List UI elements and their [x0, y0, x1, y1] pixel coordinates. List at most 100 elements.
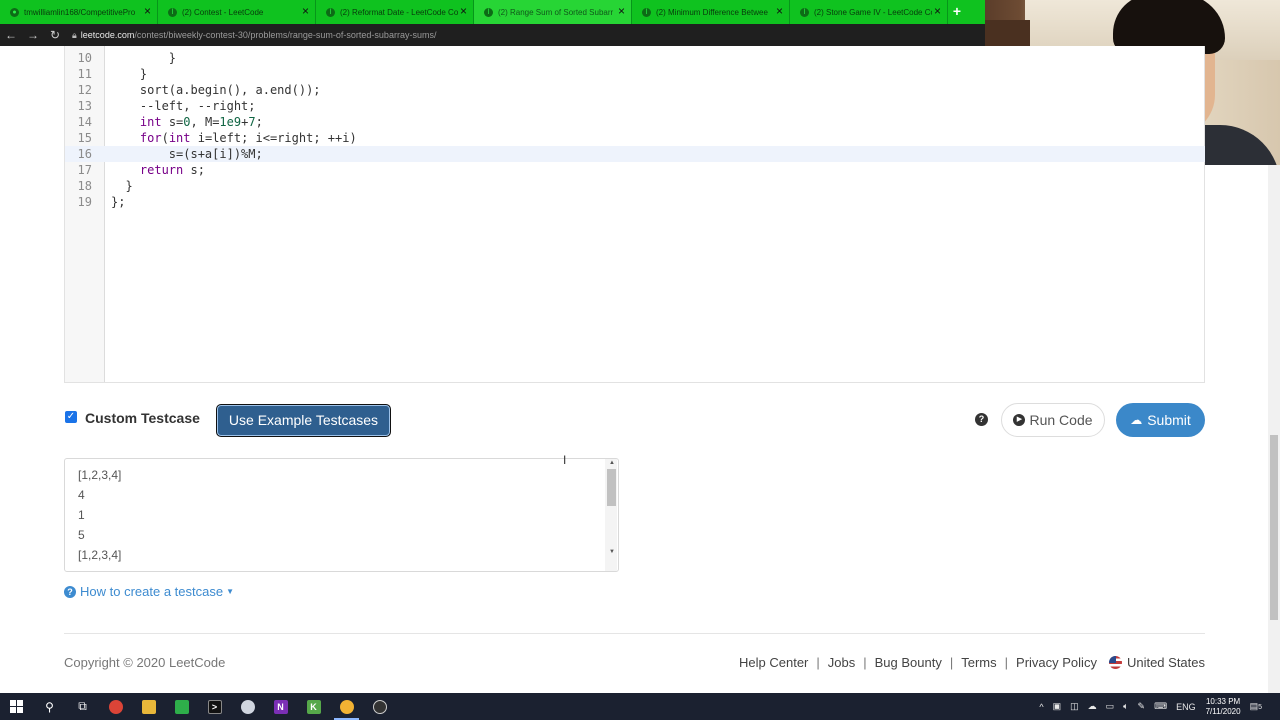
- run-code-button[interactable]: ▶ Run Code: [1001, 403, 1105, 437]
- notepad-icon[interactable]: [165, 693, 198, 720]
- volume-icon[interactable]: 🔈︎: [1123, 701, 1128, 712]
- system-tray: ^ ▣ ◫ ☁ ▭ 🔈︎ ✎ ⌨ ENG 10:33 PM 7/11/2020 …: [1030, 693, 1262, 720]
- code-line[interactable]: 14 int s=0, M=1e9+7;: [65, 114, 1205, 130]
- chrome-active-icon[interactable]: [330, 693, 363, 720]
- code-line[interactable]: 13 --left, --right;: [65, 98, 1205, 114]
- battery-icon[interactable]: ▭: [1106, 701, 1115, 712]
- use-example-testcases-button[interactable]: Use Example Testcases: [216, 404, 391, 437]
- scroll-down-icon[interactable]: ▼: [609, 549, 615, 555]
- leetcode-icon: ⅼ: [642, 7, 651, 17]
- network-icon[interactable]: ◫: [1070, 701, 1079, 712]
- run-code-label: Run Code: [1029, 412, 1093, 428]
- line-number: 10: [77, 51, 92, 65]
- back-icon[interactable]: ←: [0, 28, 22, 42]
- obs-icon[interactable]: [363, 693, 396, 720]
- close-tab-icon[interactable]: ×: [144, 5, 151, 17]
- app-icon[interactable]: K: [297, 693, 330, 720]
- line-number: 14: [77, 115, 92, 129]
- code-line[interactable]: 16 s=(s+a[i])%M;: [65, 146, 1205, 162]
- separator: |: [863, 655, 867, 670]
- tab-title: tmwilliamlin168/CompetitivePro: [24, 7, 136, 17]
- footer-link-privacy[interactable]: Privacy Policy: [1016, 655, 1097, 670]
- close-tab-icon[interactable]: ×: [302, 5, 309, 17]
- close-tab-icon[interactable]: ×: [934, 5, 941, 17]
- close-tab-icon[interactable]: ×: [776, 5, 783, 17]
- page-scrollbar-thumb[interactable]: [1270, 435, 1278, 620]
- testcase-line: [1,2,3,4]: [78, 468, 122, 482]
- footer-link-terms[interactable]: Terms: [961, 655, 996, 670]
- cloud-upload-icon: ☁: [1130, 413, 1143, 427]
- browser-tab[interactable]: ⅼ (2) Minimum Difference Betwee ×: [632, 0, 790, 24]
- leetcode-icon: ⅼ: [800, 7, 809, 17]
- address-bar: ← → ↻ 🔒︎ leetcode.com/contest/biweekly-c…: [0, 24, 985, 46]
- text-cursor-icon: I: [563, 453, 567, 467]
- footer-link-jobs[interactable]: Jobs: [828, 655, 855, 670]
- how-to-label: How to create a testcase: [80, 584, 224, 599]
- browser-tab[interactable]: ⅼ (2) Contest - LeetCode ×: [158, 0, 316, 24]
- code-line[interactable]: 11 }: [65, 66, 1205, 82]
- how-to-create-testcase-link[interactable]: ? How to create a testcase ▼: [64, 584, 234, 599]
- language-indicator[interactable]: ENG: [1176, 702, 1196, 712]
- close-tab-icon[interactable]: ×: [618, 5, 625, 17]
- close-tab-icon[interactable]: ×: [460, 5, 467, 17]
- search-icon[interactable]: ⚲: [33, 693, 66, 720]
- browser-tab-active[interactable]: ⅼ (2) Range Sum of Sorted Subarr ×: [474, 0, 632, 24]
- line-number: 18: [77, 179, 92, 193]
- clock[interactable]: 10:33 PM 7/11/2020: [1206, 697, 1241, 717]
- footer-links: Help Center | Jobs | Bug Bounty | Terms …: [739, 655, 1205, 670]
- testcase-input[interactable]: [1,2,3,4] 4 1 5 [1,2,3,4] ▲ ▼: [64, 458, 619, 572]
- submit-label: Submit: [1147, 412, 1191, 428]
- code-editor[interactable]: 10 } 11 } 12 sort(a.begin(), a.end()); 13 -…: [64, 46, 1205, 383]
- question-icon[interactable]: ?: [975, 413, 988, 426]
- browser-tab[interactable]: ⅼ (2) Reformat Date - LeetCode Co ×: [316, 0, 474, 24]
- code-line[interactable]: 15 for(int i=left; i<=right; ++i): [65, 130, 1205, 146]
- terminal-icon[interactable]: >: [198, 693, 231, 720]
- tab-title: (2) Stone Game IV - LeetCode Co: [814, 7, 932, 17]
- code-line[interactable]: 18 }: [65, 178, 1205, 194]
- testcase-scrollbar-thumb[interactable]: [607, 469, 616, 506]
- chrome-icon[interactable]: [99, 693, 132, 720]
- browser-tab[interactable]: ● tmwilliamlin168/CompetitivePro ×: [0, 0, 158, 24]
- pen-icon[interactable]: ✎: [1138, 701, 1146, 712]
- clock-time: 10:33 PM: [1205, 696, 1241, 706]
- chevron-up-icon[interactable]: ^: [1039, 702, 1043, 712]
- task-view-icon[interactable]: ⧉: [66, 693, 99, 720]
- code-line[interactable]: 19};: [65, 194, 1205, 210]
- footer-link-help-center[interactable]: Help Center: [739, 655, 808, 670]
- new-tab-button[interactable]: +: [948, 0, 966, 24]
- code-text: s=(s+a[i])%M;: [111, 147, 263, 161]
- line-number: 15: [77, 131, 92, 145]
- notification-icon[interactable]: ▤5: [1250, 701, 1262, 712]
- code-text: int s=0, M=1e9+7;: [139, 115, 263, 129]
- testcase-line: 1: [78, 508, 85, 522]
- reload-icon[interactable]: ↻: [44, 28, 66, 42]
- app-icon[interactable]: [231, 693, 264, 720]
- onedrive-icon[interactable]: ☁: [1088, 701, 1097, 712]
- scroll-up-icon[interactable]: ▲: [609, 460, 615, 466]
- line-number: 19: [77, 195, 92, 209]
- browser-tab[interactable]: ⅼ (2) Stone Game IV - LeetCode Co ×: [790, 0, 948, 24]
- keyboard-icon[interactable]: ⌨: [1154, 701, 1167, 712]
- lock-icon: 🔒︎: [72, 29, 77, 40]
- url-field[interactable]: leetcode.com/contest/biweekly-contest-30…: [81, 30, 437, 40]
- submit-button[interactable]: ☁ Submit: [1116, 403, 1205, 437]
- question-icon: ?: [64, 585, 76, 598]
- windows-start-icon[interactable]: [0, 693, 33, 720]
- leetcode-icon: ⅼ: [326, 7, 335, 17]
- code-line[interactable]: 12 sort(a.begin(), a.end());: [65, 82, 1205, 98]
- tab-title: (2) Reformat Date - LeetCode Co: [340, 7, 458, 17]
- forward-icon[interactable]: →: [22, 28, 44, 42]
- code-line[interactable]: 10 }: [65, 50, 1205, 66]
- region-selector[interactable]: United States: [1127, 655, 1205, 670]
- code-line[interactable]: 17 return s;: [65, 162, 1205, 178]
- custom-testcase-checkbox[interactable]: ✓: [65, 411, 77, 423]
- onenote-icon[interactable]: N: [264, 693, 297, 720]
- testcase-line: 4: [78, 488, 85, 502]
- code-text: }: [111, 51, 177, 65]
- footer-link-bug-bounty[interactable]: Bug Bounty: [875, 655, 942, 670]
- separator: |: [1004, 655, 1009, 670]
- testcase-line: [1,2,3,4]: [78, 548, 122, 562]
- browser-tab-strip: ● tmwilliamlin168/CompetitivePro × ⅼ (2)…: [0, 0, 985, 24]
- tray-app-icon[interactable]: ▣: [1053, 701, 1062, 712]
- file-explorer-icon[interactable]: [132, 693, 165, 720]
